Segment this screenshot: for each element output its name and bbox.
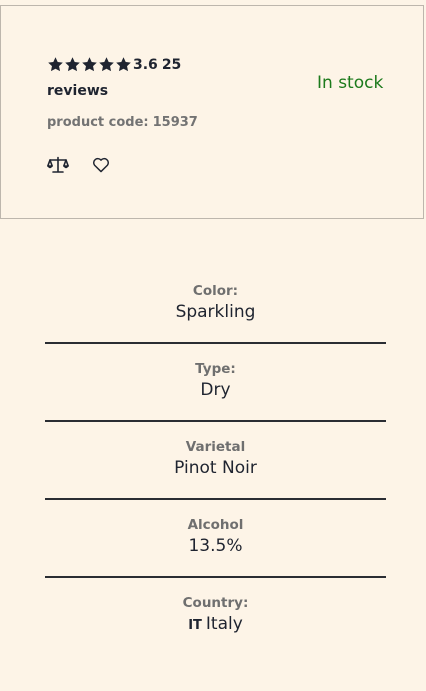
spec-varietal: Varietal Pinot Noir	[45, 422, 386, 500]
rating-row[interactable]: 3.6 25	[47, 56, 181, 73]
spec-value: IT Italy	[45, 612, 386, 638]
star-icon	[82, 57, 97, 72]
spec-value: Pinot Noir	[174, 458, 257, 478]
rating-stars	[47, 56, 132, 73]
spec-country: Country: IT Italy	[45, 578, 386, 656]
country-flag-icon: IT	[188, 618, 202, 633]
review-count: 25	[161, 56, 182, 73]
stock-status: In stock	[317, 73, 384, 93]
spec-label: Type:	[195, 361, 236, 377]
star-icon	[65, 57, 80, 72]
star-icon	[48, 57, 63, 72]
spec-label: Country:	[182, 595, 249, 611]
heart-outline-icon	[93, 157, 109, 173]
spec-type: Type: Dry	[45, 344, 386, 422]
reviews-link[interactable]: reviews	[47, 83, 108, 99]
rating-value: 3.6	[133, 56, 158, 73]
spec-label: Color:	[192, 283, 239, 299]
compare-button[interactable]	[47, 155, 69, 175]
star-icon	[116, 57, 131, 72]
product-summary-card: 3.6 25 reviews product code: 15937 In st…	[0, 5, 424, 219]
balance-scale-icon	[47, 156, 69, 173]
product-code-value: 15937	[152, 115, 198, 130]
spec-value: 13.5%	[188, 536, 243, 556]
product-code-label: product code:	[47, 115, 149, 130]
spec-label: Varietal	[185, 439, 246, 455]
specs-list: Color: Sparkling Type: Dry Varietal Pino…	[45, 266, 386, 656]
spec-label: Alcohol	[187, 517, 244, 533]
spec-value: Sparkling	[175, 302, 256, 322]
product-actions	[47, 155, 112, 175]
wishlist-button[interactable]	[90, 155, 112, 175]
country-name: Italy	[205, 614, 243, 634]
star-icon	[99, 57, 114, 72]
spec-value: Dry	[200, 380, 231, 400]
spec-color: Color: Sparkling	[45, 266, 386, 344]
product-code: product code: 15937	[47, 115, 198, 130]
spec-alcohol: Alcohol 13.5%	[45, 500, 386, 578]
